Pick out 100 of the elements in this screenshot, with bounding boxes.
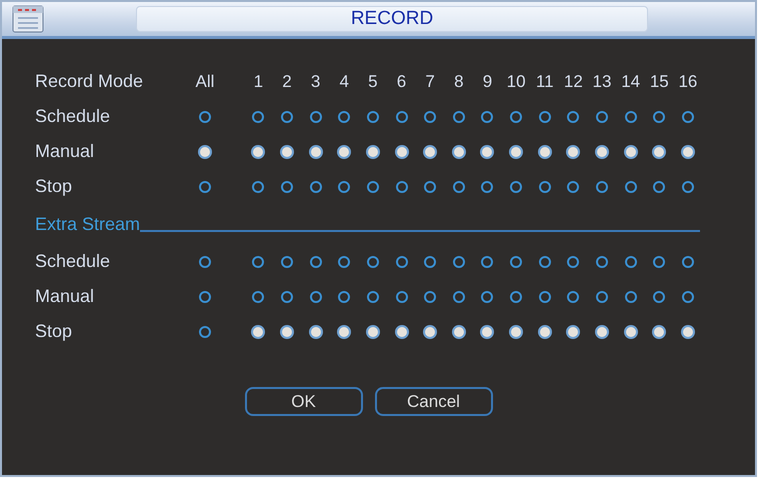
radio-button[interactable] bbox=[424, 256, 436, 268]
radio-button[interactable] bbox=[452, 256, 465, 268]
radio-button[interactable] bbox=[394, 144, 409, 158]
radio-button[interactable] bbox=[198, 144, 212, 158]
radio-button[interactable] bbox=[366, 144, 380, 158]
radio-button[interactable] bbox=[252, 110, 264, 122]
radio-button[interactable] bbox=[596, 180, 608, 192]
radio-button[interactable] bbox=[509, 144, 524, 158]
radio-button[interactable] bbox=[595, 324, 609, 338]
radio-button[interactable] bbox=[538, 180, 551, 192]
radio-button[interactable] bbox=[366, 180, 379, 192]
radio-button[interactable] bbox=[567, 180, 580, 192]
radio-button[interactable] bbox=[310, 256, 322, 268]
radio-button[interactable] bbox=[596, 290, 608, 302]
radio-button[interactable] bbox=[481, 110, 494, 122]
radio-button[interactable] bbox=[337, 144, 352, 158]
radio-button[interactable] bbox=[624, 144, 638, 158]
radio-button[interactable] bbox=[480, 144, 494, 158]
radio-button[interactable] bbox=[308, 324, 323, 338]
radio-button[interactable] bbox=[366, 324, 380, 338]
radio-button[interactable] bbox=[396, 110, 408, 122]
radio-button[interactable] bbox=[680, 324, 695, 338]
radio-button[interactable] bbox=[396, 290, 408, 302]
radio-button[interactable] bbox=[338, 110, 350, 122]
radio-button[interactable] bbox=[366, 110, 379, 122]
ok-button[interactable]: OK bbox=[244, 387, 362, 416]
radio-button[interactable] bbox=[510, 110, 522, 122]
radio-button[interactable] bbox=[310, 110, 322, 122]
radio-button[interactable] bbox=[481, 256, 494, 268]
radio-button[interactable] bbox=[567, 256, 580, 268]
radio-button[interactable] bbox=[452, 144, 466, 158]
radio-button[interactable] bbox=[251, 144, 266, 158]
radio-button[interactable] bbox=[452, 290, 465, 302]
radio-button[interactable] bbox=[310, 180, 322, 192]
radio-button[interactable] bbox=[337, 324, 352, 338]
radio-button[interactable] bbox=[682, 110, 694, 122]
radio-button[interactable] bbox=[310, 290, 322, 302]
radio-button[interactable] bbox=[280, 144, 294, 158]
radio-button[interactable] bbox=[423, 144, 438, 158]
radio-button[interactable] bbox=[596, 256, 608, 268]
radio-button[interactable] bbox=[251, 324, 266, 338]
radio-button[interactable] bbox=[566, 324, 580, 338]
radio-button[interactable] bbox=[280, 110, 293, 122]
radio-button[interactable] bbox=[653, 180, 666, 192]
radio-button[interactable] bbox=[682, 180, 694, 192]
radio-button[interactable] bbox=[396, 256, 408, 268]
radio-button[interactable] bbox=[308, 144, 323, 158]
radio-button[interactable] bbox=[680, 144, 695, 158]
radio-button[interactable] bbox=[424, 180, 436, 192]
radio-button[interactable] bbox=[624, 256, 637, 268]
radio-button[interactable] bbox=[424, 110, 436, 122]
radio-button[interactable] bbox=[199, 326, 211, 338]
radio-button[interactable] bbox=[596, 110, 608, 122]
radio-button[interactable] bbox=[682, 290, 694, 302]
radio-button[interactable] bbox=[396, 180, 408, 192]
cancel-button[interactable]: Cancel bbox=[374, 387, 492, 416]
radio-button[interactable] bbox=[280, 324, 294, 338]
radio-button[interactable] bbox=[653, 290, 666, 302]
radio-button[interactable] bbox=[199, 110, 211, 122]
radio-button[interactable] bbox=[338, 290, 350, 302]
radio-button[interactable] bbox=[538, 144, 552, 158]
radio-button[interactable] bbox=[280, 180, 293, 192]
radio-button[interactable] bbox=[338, 256, 350, 268]
radio-button[interactable] bbox=[452, 110, 465, 122]
radio-button[interactable] bbox=[199, 290, 211, 302]
radio-button[interactable] bbox=[538, 290, 551, 302]
radio-button[interactable] bbox=[538, 256, 551, 268]
radio-button[interactable] bbox=[653, 110, 666, 122]
radio-button[interactable] bbox=[252, 256, 264, 268]
radio-button[interactable] bbox=[280, 290, 293, 302]
radio-button[interactable] bbox=[481, 290, 494, 302]
radio-button[interactable] bbox=[338, 180, 350, 192]
radio-button[interactable] bbox=[567, 110, 580, 122]
radio-button[interactable] bbox=[538, 324, 552, 338]
radio-button[interactable] bbox=[682, 256, 694, 268]
radio-button[interactable] bbox=[624, 110, 637, 122]
radio-button[interactable] bbox=[566, 144, 580, 158]
radio-button[interactable] bbox=[510, 180, 522, 192]
radio-button[interactable] bbox=[424, 290, 436, 302]
radio-button[interactable] bbox=[624, 324, 638, 338]
radio-button[interactable] bbox=[481, 180, 494, 192]
radio-button[interactable] bbox=[394, 324, 409, 338]
radio-button[interactable] bbox=[567, 290, 580, 302]
radio-button[interactable] bbox=[423, 324, 438, 338]
radio-button[interactable] bbox=[538, 110, 551, 122]
radio-button[interactable] bbox=[199, 180, 211, 192]
radio-button[interactable] bbox=[509, 324, 524, 338]
radio-button[interactable] bbox=[480, 324, 494, 338]
radio-button[interactable] bbox=[252, 180, 264, 192]
radio-button[interactable] bbox=[595, 144, 609, 158]
radio-button[interactable] bbox=[624, 180, 637, 192]
radio-button[interactable] bbox=[624, 290, 637, 302]
radio-button[interactable] bbox=[510, 256, 522, 268]
radio-button[interactable] bbox=[199, 256, 211, 268]
radio-button[interactable] bbox=[280, 256, 293, 268]
radio-button[interactable] bbox=[366, 256, 379, 268]
radio-button[interactable] bbox=[452, 324, 466, 338]
radio-button[interactable] bbox=[653, 256, 666, 268]
radio-button[interactable] bbox=[252, 290, 264, 302]
radio-button[interactable] bbox=[652, 144, 666, 158]
